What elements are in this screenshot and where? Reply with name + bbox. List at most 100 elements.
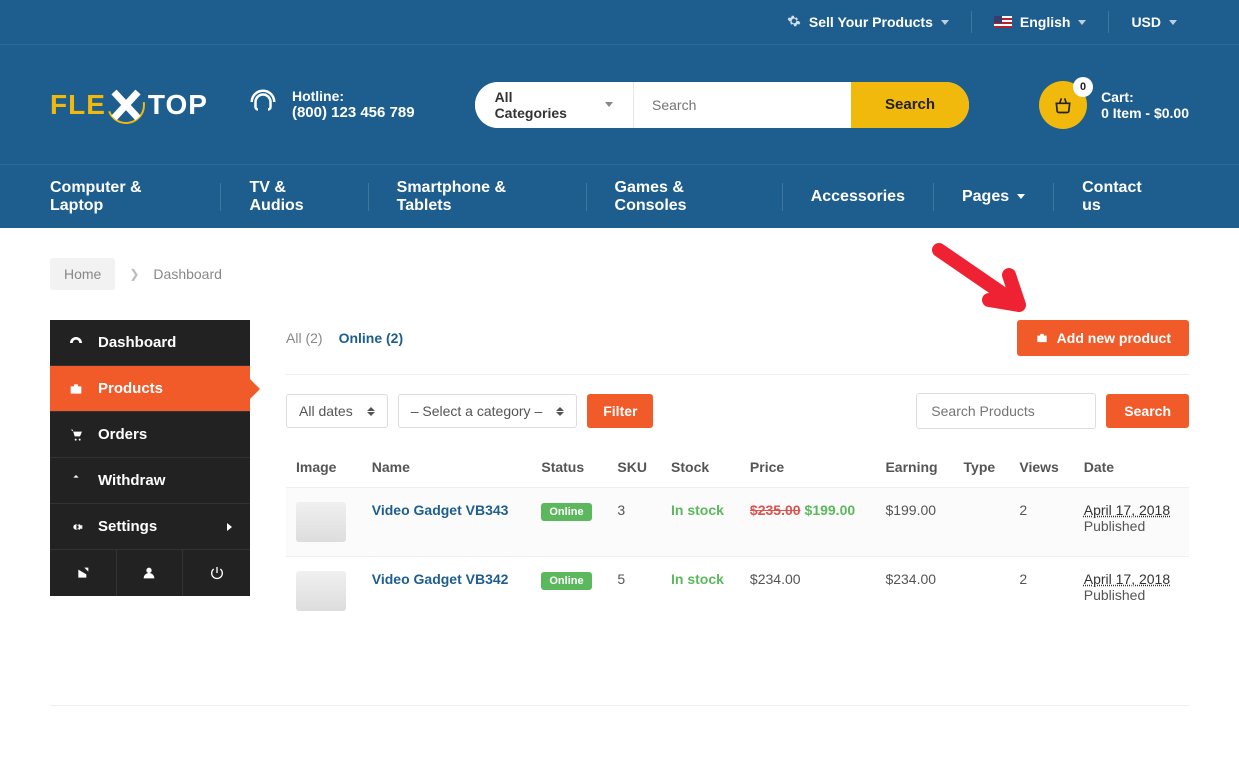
col-stock: Stock: [661, 447, 740, 488]
language-label: English: [1020, 14, 1071, 30]
cell-sku: 5: [607, 557, 661, 626]
breadcrumb-separator: ❯: [129, 267, 139, 281]
cell-earning: $199.00: [875, 488, 953, 557]
user-icon: [141, 565, 157, 581]
chevron-down-icon: [605, 102, 613, 107]
currency-label: USD: [1131, 14, 1161, 30]
gear-icon: [787, 14, 801, 31]
cart[interactable]: 0 Cart: 0 Item - $0.00: [1039, 81, 1189, 129]
nav-accessories[interactable]: Accessories: [782, 183, 933, 211]
filter-category-select[interactable]: – Select a category –: [398, 394, 578, 428]
product-name-link[interactable]: Video Gadget VB343: [372, 502, 509, 518]
new-price: $199.00: [805, 502, 856, 518]
nav-games-consoles[interactable]: Games & Consoles: [586, 183, 782, 211]
chevron-down-icon: [1169, 20, 1177, 25]
tab-online[interactable]: Online (2): [339, 330, 404, 346]
nav-contact-us[interactable]: Contact us: [1053, 183, 1189, 211]
nav-pages[interactable]: Pages: [933, 183, 1053, 211]
logo[interactable]: FLE TOP: [50, 86, 208, 124]
cog-icon: [68, 519, 84, 535]
chevron-down-icon: [941, 20, 949, 25]
product-name-link[interactable]: Video Gadget VB342: [372, 571, 509, 587]
status-badge: Online: [541, 503, 591, 521]
caret-down-icon: [1017, 194, 1025, 199]
col-date: Date: [1074, 447, 1189, 488]
search-input[interactable]: [634, 82, 851, 128]
flag-uk-icon: [994, 16, 1012, 28]
col-name: Name: [362, 447, 532, 488]
gauge-icon: [68, 335, 84, 351]
cell-date: April 17, 2018Published: [1074, 488, 1189, 557]
stock-label: In stock: [671, 502, 724, 518]
product-tabs: All (2) Online (2): [286, 330, 403, 346]
sidebar-item-orders[interactable]: Orders: [50, 412, 250, 458]
cart-icon: [68, 427, 84, 443]
sell-label: Sell Your Products: [809, 14, 933, 30]
cell-date: April 17, 2018Published: [1074, 557, 1189, 626]
col-price: Price: [740, 447, 876, 488]
topbar: Sell Your Products English USD: [0, 0, 1239, 44]
hotline-number: (800) 123 456 789: [292, 104, 415, 121]
search-products-input[interactable]: [916, 393, 1096, 429]
search-products-button[interactable]: Search: [1106, 394, 1189, 428]
col-type: Type: [954, 447, 1010, 488]
breadcrumb-home[interactable]: Home: [50, 258, 115, 290]
cart-label: Cart:: [1101, 89, 1189, 105]
chevron-right-icon: [227, 523, 232, 531]
sidebar-item-settings[interactable]: Settings: [50, 504, 250, 550]
nav-tv-audios[interactable]: TV & Audios: [220, 183, 367, 211]
vendor-sidebar: Dashboard Products Orders Withdraw Setti…: [50, 320, 250, 596]
add-new-product-button[interactable]: Add new product: [1017, 320, 1189, 356]
briefcase-icon: [1035, 331, 1049, 345]
stock-label: In stock: [671, 571, 724, 587]
sidebar-external-link[interactable]: [50, 550, 117, 596]
product-thumbnail: [296, 502, 346, 542]
sidebar-item-dashboard[interactable]: Dashboard: [50, 320, 250, 366]
col-status: Status: [531, 447, 607, 488]
col-sku: SKU: [607, 447, 661, 488]
external-link-icon: [75, 565, 91, 581]
hotline: Hotline: (800) 123 456 789: [248, 87, 415, 122]
phone-icon: [248, 87, 278, 122]
type-icon: [954, 557, 1010, 626]
cart-count-badge: 0: [1073, 77, 1093, 97]
cell-earning: $234.00: [875, 557, 953, 626]
cell-views: 2: [1009, 557, 1073, 626]
sidebar-profile[interactable]: [117, 550, 184, 596]
basket-icon: 0: [1039, 81, 1087, 129]
currency-menu[interactable]: USD: [1108, 11, 1199, 33]
sort-icon: [367, 407, 375, 416]
header: FLE TOP Hotline: (800) 123 456 789 All C…: [0, 44, 1239, 164]
col-earning: Earning: [875, 447, 953, 488]
search-button[interactable]: Search: [851, 82, 969, 128]
table-row: Video Gadget VB343 Online 3 In stock $23…: [286, 488, 1189, 557]
search-bar: All Categories Search: [475, 82, 970, 128]
nav-computer-laptop[interactable]: Computer & Laptop: [50, 183, 220, 211]
sidebar-power[interactable]: [183, 550, 250, 596]
chevron-down-icon: [1078, 20, 1086, 25]
search-category-select[interactable]: All Categories: [475, 82, 634, 128]
cell-price: $234.00: [740, 557, 876, 626]
briefcase-icon: [68, 381, 84, 397]
products-table: Image Name Status SKU Stock Price Earnin…: [286, 447, 1189, 625]
old-price: $235.00: [750, 502, 801, 518]
language-menu[interactable]: English: [971, 11, 1109, 33]
filter-button[interactable]: Filter: [587, 394, 653, 428]
cell-sku: 3: [607, 488, 661, 557]
tab-all[interactable]: All (2): [286, 330, 323, 346]
cart-value: 0 Item - $0.00: [1101, 105, 1189, 121]
upload-icon: [68, 473, 84, 489]
sell-your-products-menu[interactable]: Sell Your Products: [765, 11, 971, 33]
table-row: Video Gadget VB342 Online 5 In stock $23…: [286, 557, 1189, 626]
footer-divider: [50, 705, 1189, 706]
nav-smartphone-tablets[interactable]: Smartphone & Tablets: [368, 183, 586, 211]
filter-dates-select[interactable]: All dates: [286, 394, 388, 428]
sidebar-item-withdraw[interactable]: Withdraw: [50, 458, 250, 504]
main-nav: Computer & Laptop TV & Audios Smartphone…: [0, 164, 1239, 228]
hotline-label: Hotline:: [292, 88, 415, 104]
sidebar-item-products[interactable]: Products: [50, 366, 250, 412]
logo-x-icon: [108, 86, 146, 124]
power-icon: [209, 565, 225, 581]
cell-views: 2: [1009, 488, 1073, 557]
breadcrumb: Home ❯ Dashboard: [0, 228, 1239, 320]
